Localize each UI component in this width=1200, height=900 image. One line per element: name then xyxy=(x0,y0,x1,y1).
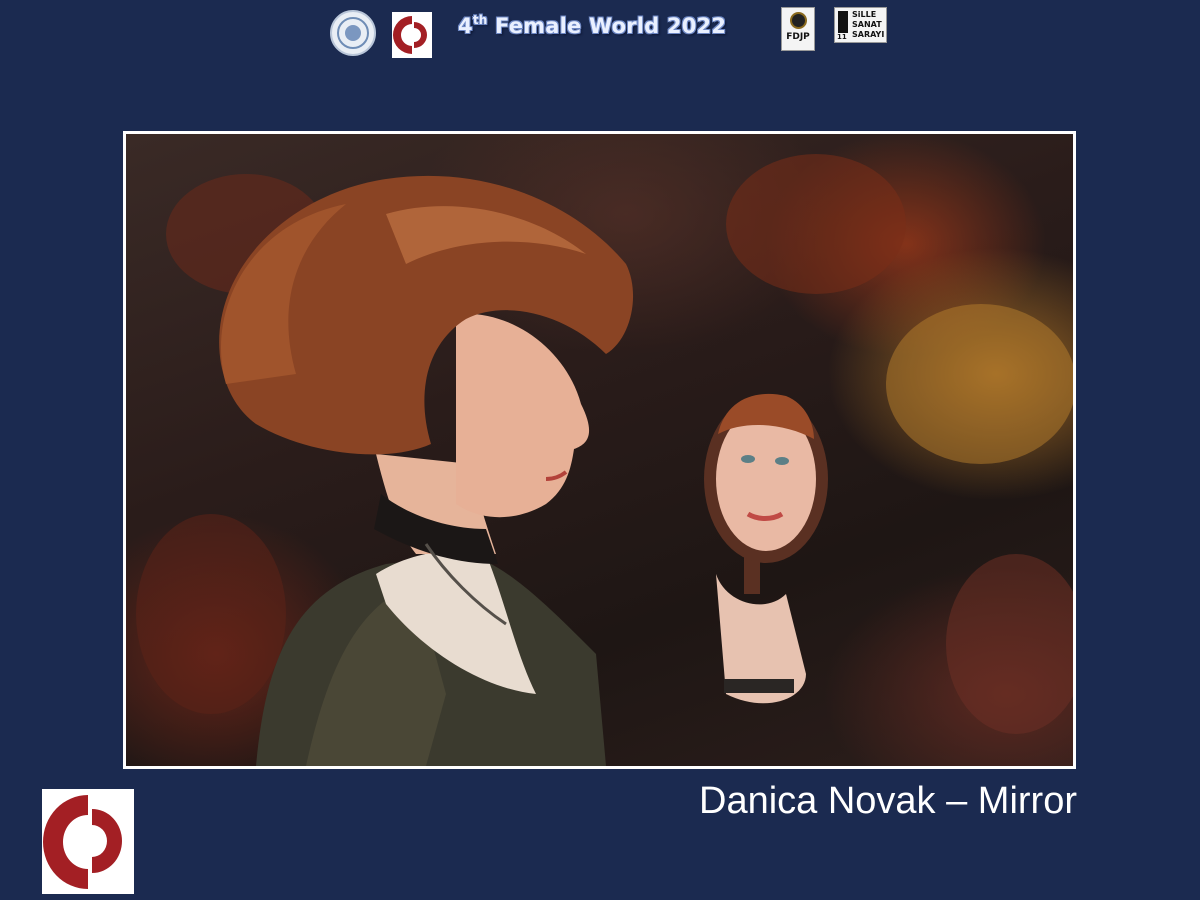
page-title: 4th Female World 2022 xyxy=(458,13,726,43)
organizer-red-logo-mark xyxy=(392,15,427,54)
organizer-red-logo xyxy=(392,12,432,58)
title-text: Female World 2022 xyxy=(487,14,727,38)
fdjp-emblem-icon xyxy=(790,12,807,29)
title-number: 4 xyxy=(458,14,473,38)
salon-seal-logo xyxy=(330,10,376,56)
sille-logo-line-2: SANAT xyxy=(852,20,882,29)
organizer-red-logo-large xyxy=(42,789,134,894)
header-bar: 4th Female World 2022 FDJP 11 SiLLE SANA… xyxy=(0,0,1200,62)
fdjp-logo-text: FDJP xyxy=(786,32,810,42)
sille-logo-text: SiLLE SANAT SARAYI xyxy=(852,10,886,40)
photo-scene xyxy=(219,175,828,766)
sille-logo-line-3: SARAYI xyxy=(852,30,885,39)
photo-artwork xyxy=(123,131,1076,769)
sille-sanat-sarayi-logo: 11 SiLLE SANAT SARAYI xyxy=(834,7,887,43)
sille-logo-mark xyxy=(838,11,848,33)
seal-core xyxy=(345,25,361,41)
organizer-red-logo-large-mark xyxy=(43,795,122,889)
photo-caption: Danica Novak – Mirror xyxy=(699,780,1077,822)
title-ordinal-suffix: th xyxy=(472,13,488,27)
sille-logo-number: 11 xyxy=(837,33,847,41)
sille-logo-line-1: SiLLE xyxy=(852,10,877,19)
fdjp-logo: FDJP xyxy=(781,7,815,51)
